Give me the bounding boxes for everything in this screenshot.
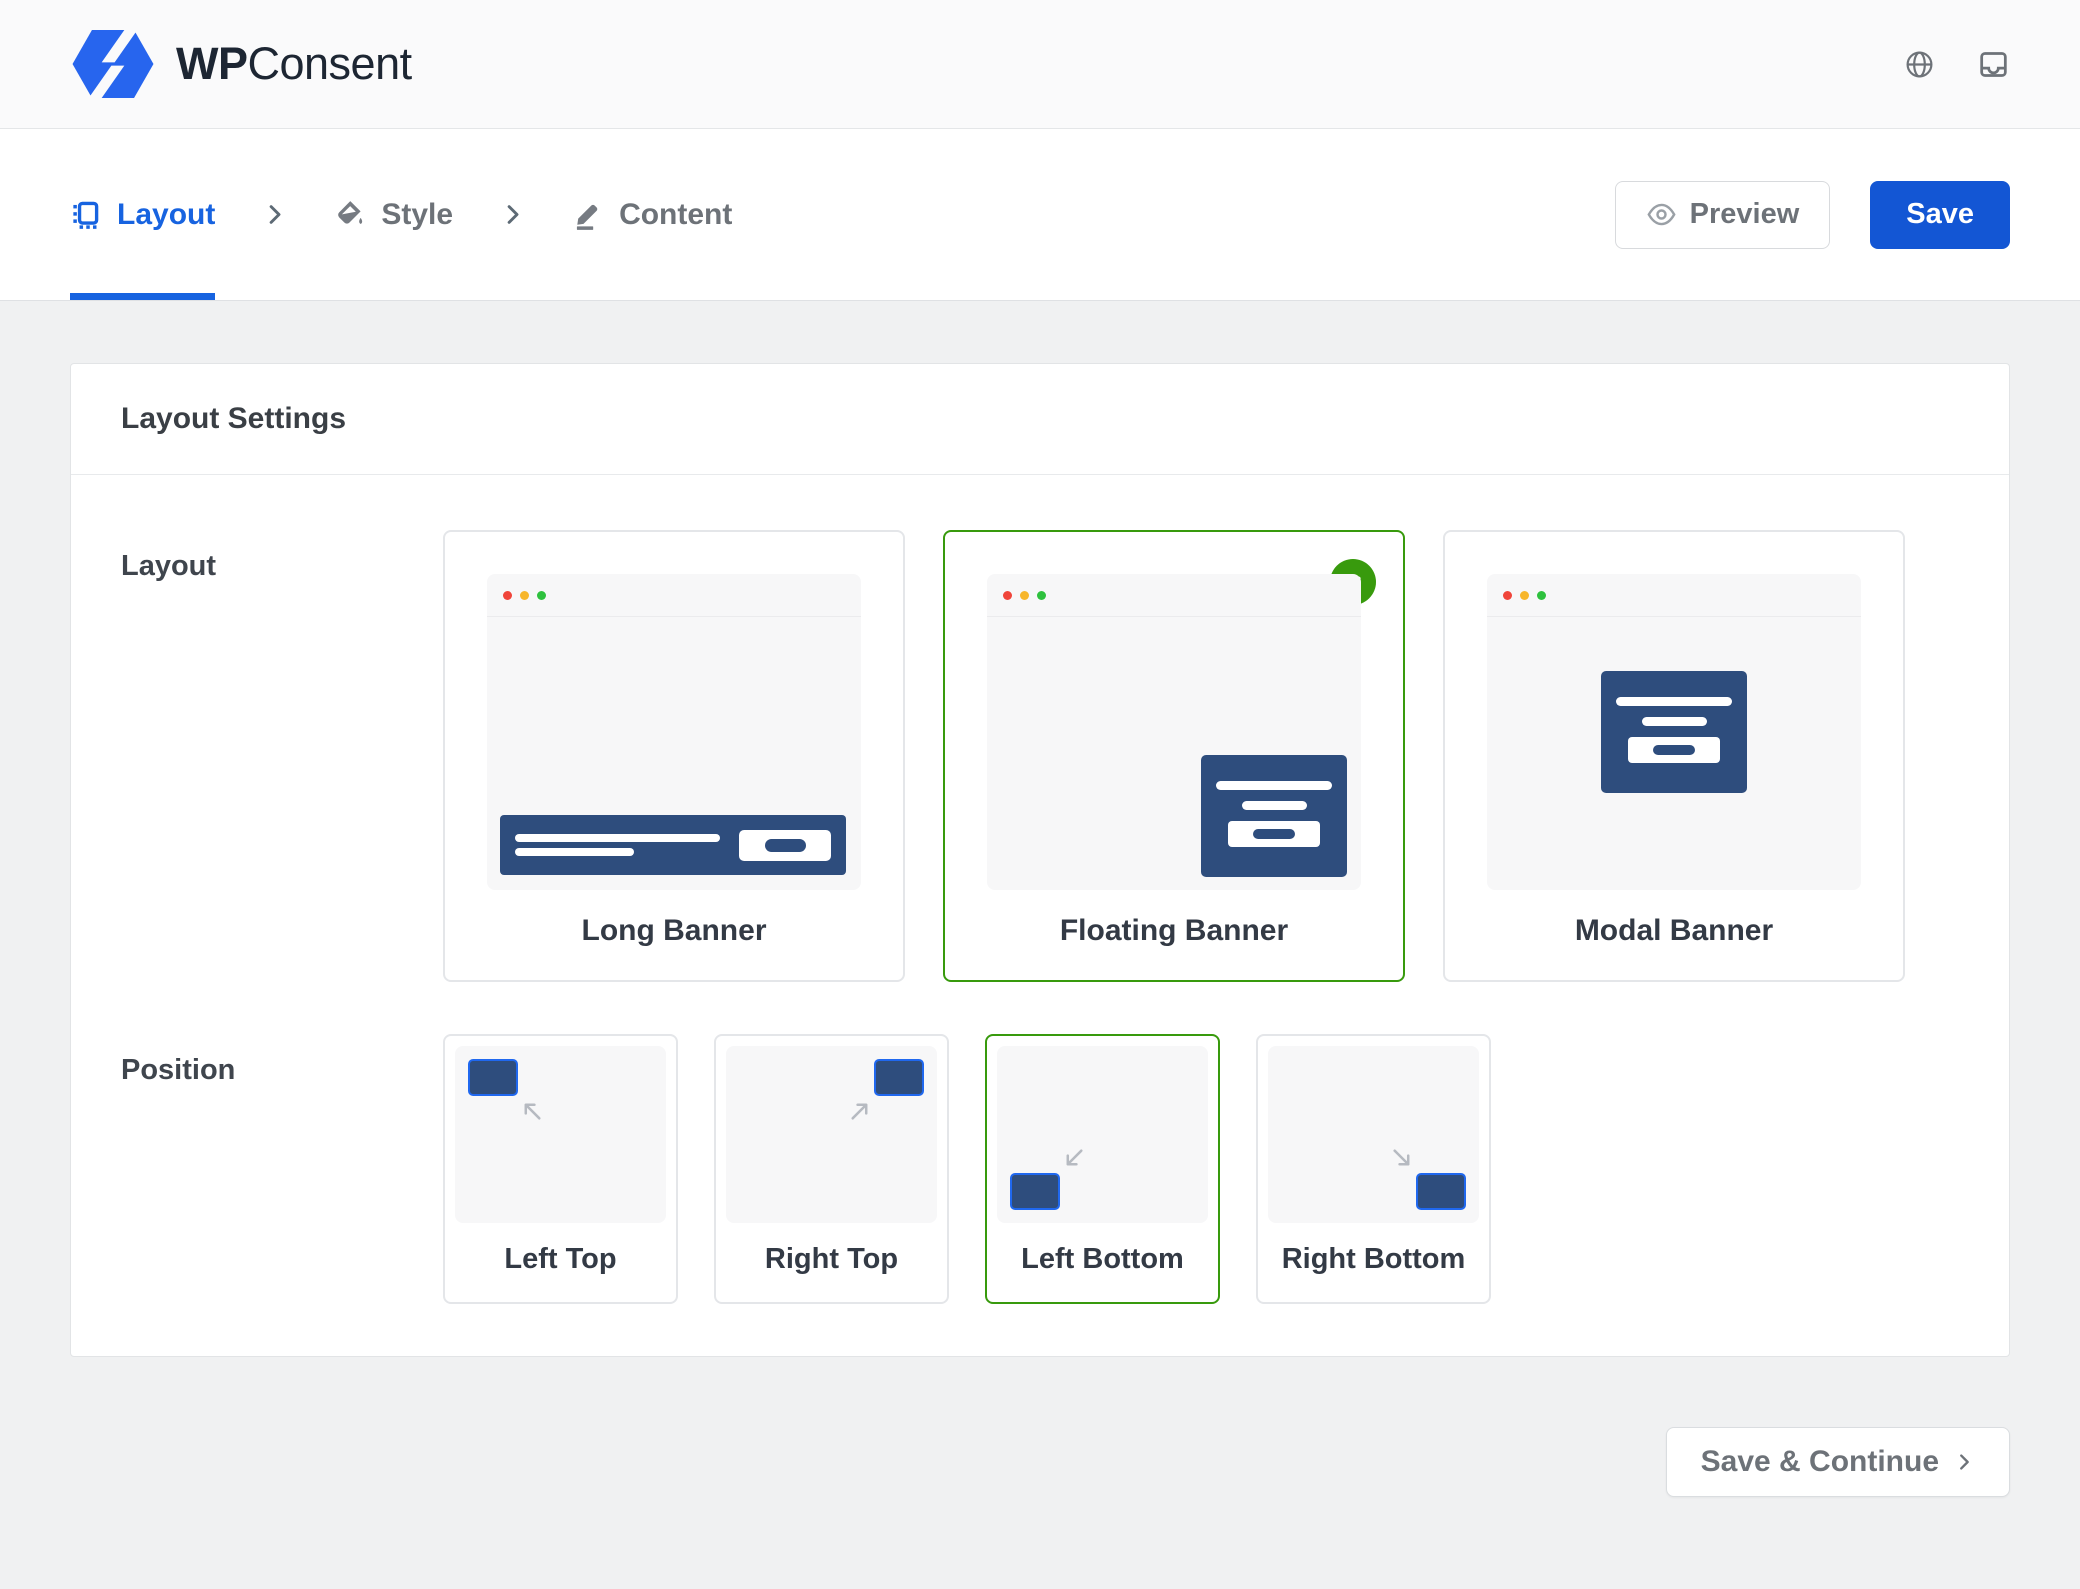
tab-layout[interactable]: Layout <box>70 129 215 300</box>
app: WPConsent <box>0 0 2080 1567</box>
layout-field-label: Layout <box>121 530 443 982</box>
traffic-dot-green <box>537 591 546 600</box>
long-banner-graphic <box>500 815 846 875</box>
layout-option-label: Modal Banner <box>1487 914 1861 948</box>
arrow-down-right-icon <box>1390 1146 1415 1171</box>
layout-option-modal-banner[interactable]: Modal Banner <box>1443 530 1905 982</box>
position-field-row: Position Left Top <box>121 1034 1959 1304</box>
brand-wp: WP <box>176 38 248 89</box>
step-nav: Layout Style Conten <box>0 129 2080 301</box>
save-continue-label: Save & Continue <box>1701 1445 1939 1479</box>
step-tabs: Layout Style Conten <box>70 129 732 300</box>
panel-header: Layout Settings <box>71 364 2009 475</box>
position-preview <box>455 1046 666 1223</box>
traffic-dot-green <box>1537 591 1546 600</box>
chevron-right-icon <box>1953 1451 1975 1473</box>
tab-style-label: Style <box>381 198 453 232</box>
paint-bucket-icon <box>334 199 365 230</box>
tab-content[interactable]: Content <box>572 129 732 300</box>
eye-icon <box>1646 199 1677 230</box>
app-header: WPConsent <box>0 0 2080 129</box>
footer-actions: Save & Continue <box>70 1427 2010 1567</box>
traffic-dot-green <box>1037 591 1046 600</box>
banner-box-graphic <box>1416 1173 1466 1210</box>
inbox-icon[interactable] <box>1977 48 2010 81</box>
position-options: Left Top Right Top <box>443 1034 1959 1304</box>
position-preview <box>726 1046 937 1223</box>
traffic-dot-red <box>503 591 512 600</box>
preview-button[interactable]: Preview <box>1615 181 1831 249</box>
preview-button-label: Preview <box>1690 198 1800 231</box>
layout-options: Long Banner <box>443 530 1959 982</box>
layout-option-label: Long Banner <box>487 914 861 948</box>
browser-mockup <box>1487 574 1861 890</box>
panel-body: Layout <box>71 475 2009 1356</box>
layout-settings-panel: Layout Settings Layout <box>70 363 2010 1357</box>
arrow-up-right-icon <box>848 1098 873 1123</box>
browser-mockup <box>487 574 861 890</box>
position-option-label: Right Top <box>726 1243 937 1276</box>
traffic-dot-yellow <box>1520 591 1529 600</box>
globe-icon[interactable] <box>1904 49 1935 80</box>
traffic-dot-yellow <box>520 591 529 600</box>
banner-button-graphic <box>739 830 831 861</box>
banner-text-lines <box>515 834 720 856</box>
position-field-label: Position <box>121 1034 443 1304</box>
position-option-label: Left Bottom <box>997 1243 1208 1276</box>
browser-mockup <box>987 574 1361 890</box>
layout-field-row: Layout <box>121 530 1959 982</box>
save-continue-button[interactable]: Save & Continue <box>1666 1427 2010 1497</box>
chevron-right-icon <box>261 201 288 228</box>
position-option-label: Right Bottom <box>1268 1243 1479 1276</box>
header-icons <box>1904 48 2010 81</box>
layout-option-long-banner[interactable]: Long Banner <box>443 530 905 982</box>
wpconsent-logo-icon <box>70 30 156 98</box>
modal-banner-graphic <box>1601 671 1747 793</box>
position-preview <box>1268 1046 1479 1223</box>
banner-box-graphic <box>874 1059 924 1096</box>
traffic-dot-red <box>1503 591 1512 600</box>
position-option-left-bottom[interactable]: Left Bottom <box>985 1034 1220 1304</box>
tab-content-label: Content <box>619 198 732 232</box>
position-preview <box>997 1046 1208 1223</box>
brand-consent: Consent <box>248 38 412 89</box>
save-button[interactable]: Save <box>1870 181 2010 249</box>
layout-option-label: Floating Banner <box>987 914 1361 948</box>
browser-titlebar <box>1487 574 1861 617</box>
pencil-icon <box>572 199 603 230</box>
traffic-dot-yellow <box>1020 591 1029 600</box>
brand-name: WPConsent <box>176 38 412 90</box>
layout-icon <box>70 199 101 230</box>
banner-button-graphic <box>1228 821 1320 847</box>
floating-banner-graphic <box>1201 755 1347 877</box>
banner-box-graphic <box>468 1059 518 1096</box>
panel-title: Layout Settings <box>121 402 1959 436</box>
position-option-label: Left Top <box>455 1243 666 1276</box>
position-option-right-top[interactable]: Right Top <box>714 1034 949 1304</box>
main-content: Layout Settings Layout <box>0 301 2080 1567</box>
chevron-right-icon <box>499 201 526 228</box>
tab-layout-label: Layout <box>117 198 215 232</box>
arrow-up-left-icon <box>519 1098 544 1123</box>
position-option-right-bottom[interactable]: Right Bottom <box>1256 1034 1491 1304</box>
brand-logo: WPConsent <box>70 30 412 98</box>
browser-titlebar <box>987 574 1361 617</box>
traffic-dot-red <box>1003 591 1012 600</box>
tab-style[interactable]: Style <box>334 129 453 300</box>
browser-titlebar <box>487 574 861 617</box>
banner-button-graphic <box>1628 737 1720 763</box>
banner-box-graphic <box>1010 1173 1060 1210</box>
position-option-left-top[interactable]: Left Top <box>443 1034 678 1304</box>
arrow-down-left-icon <box>1061 1146 1086 1171</box>
nav-actions: Preview Save <box>1615 181 2010 249</box>
layout-option-floating-banner[interactable]: Floating Banner <box>943 530 1405 982</box>
